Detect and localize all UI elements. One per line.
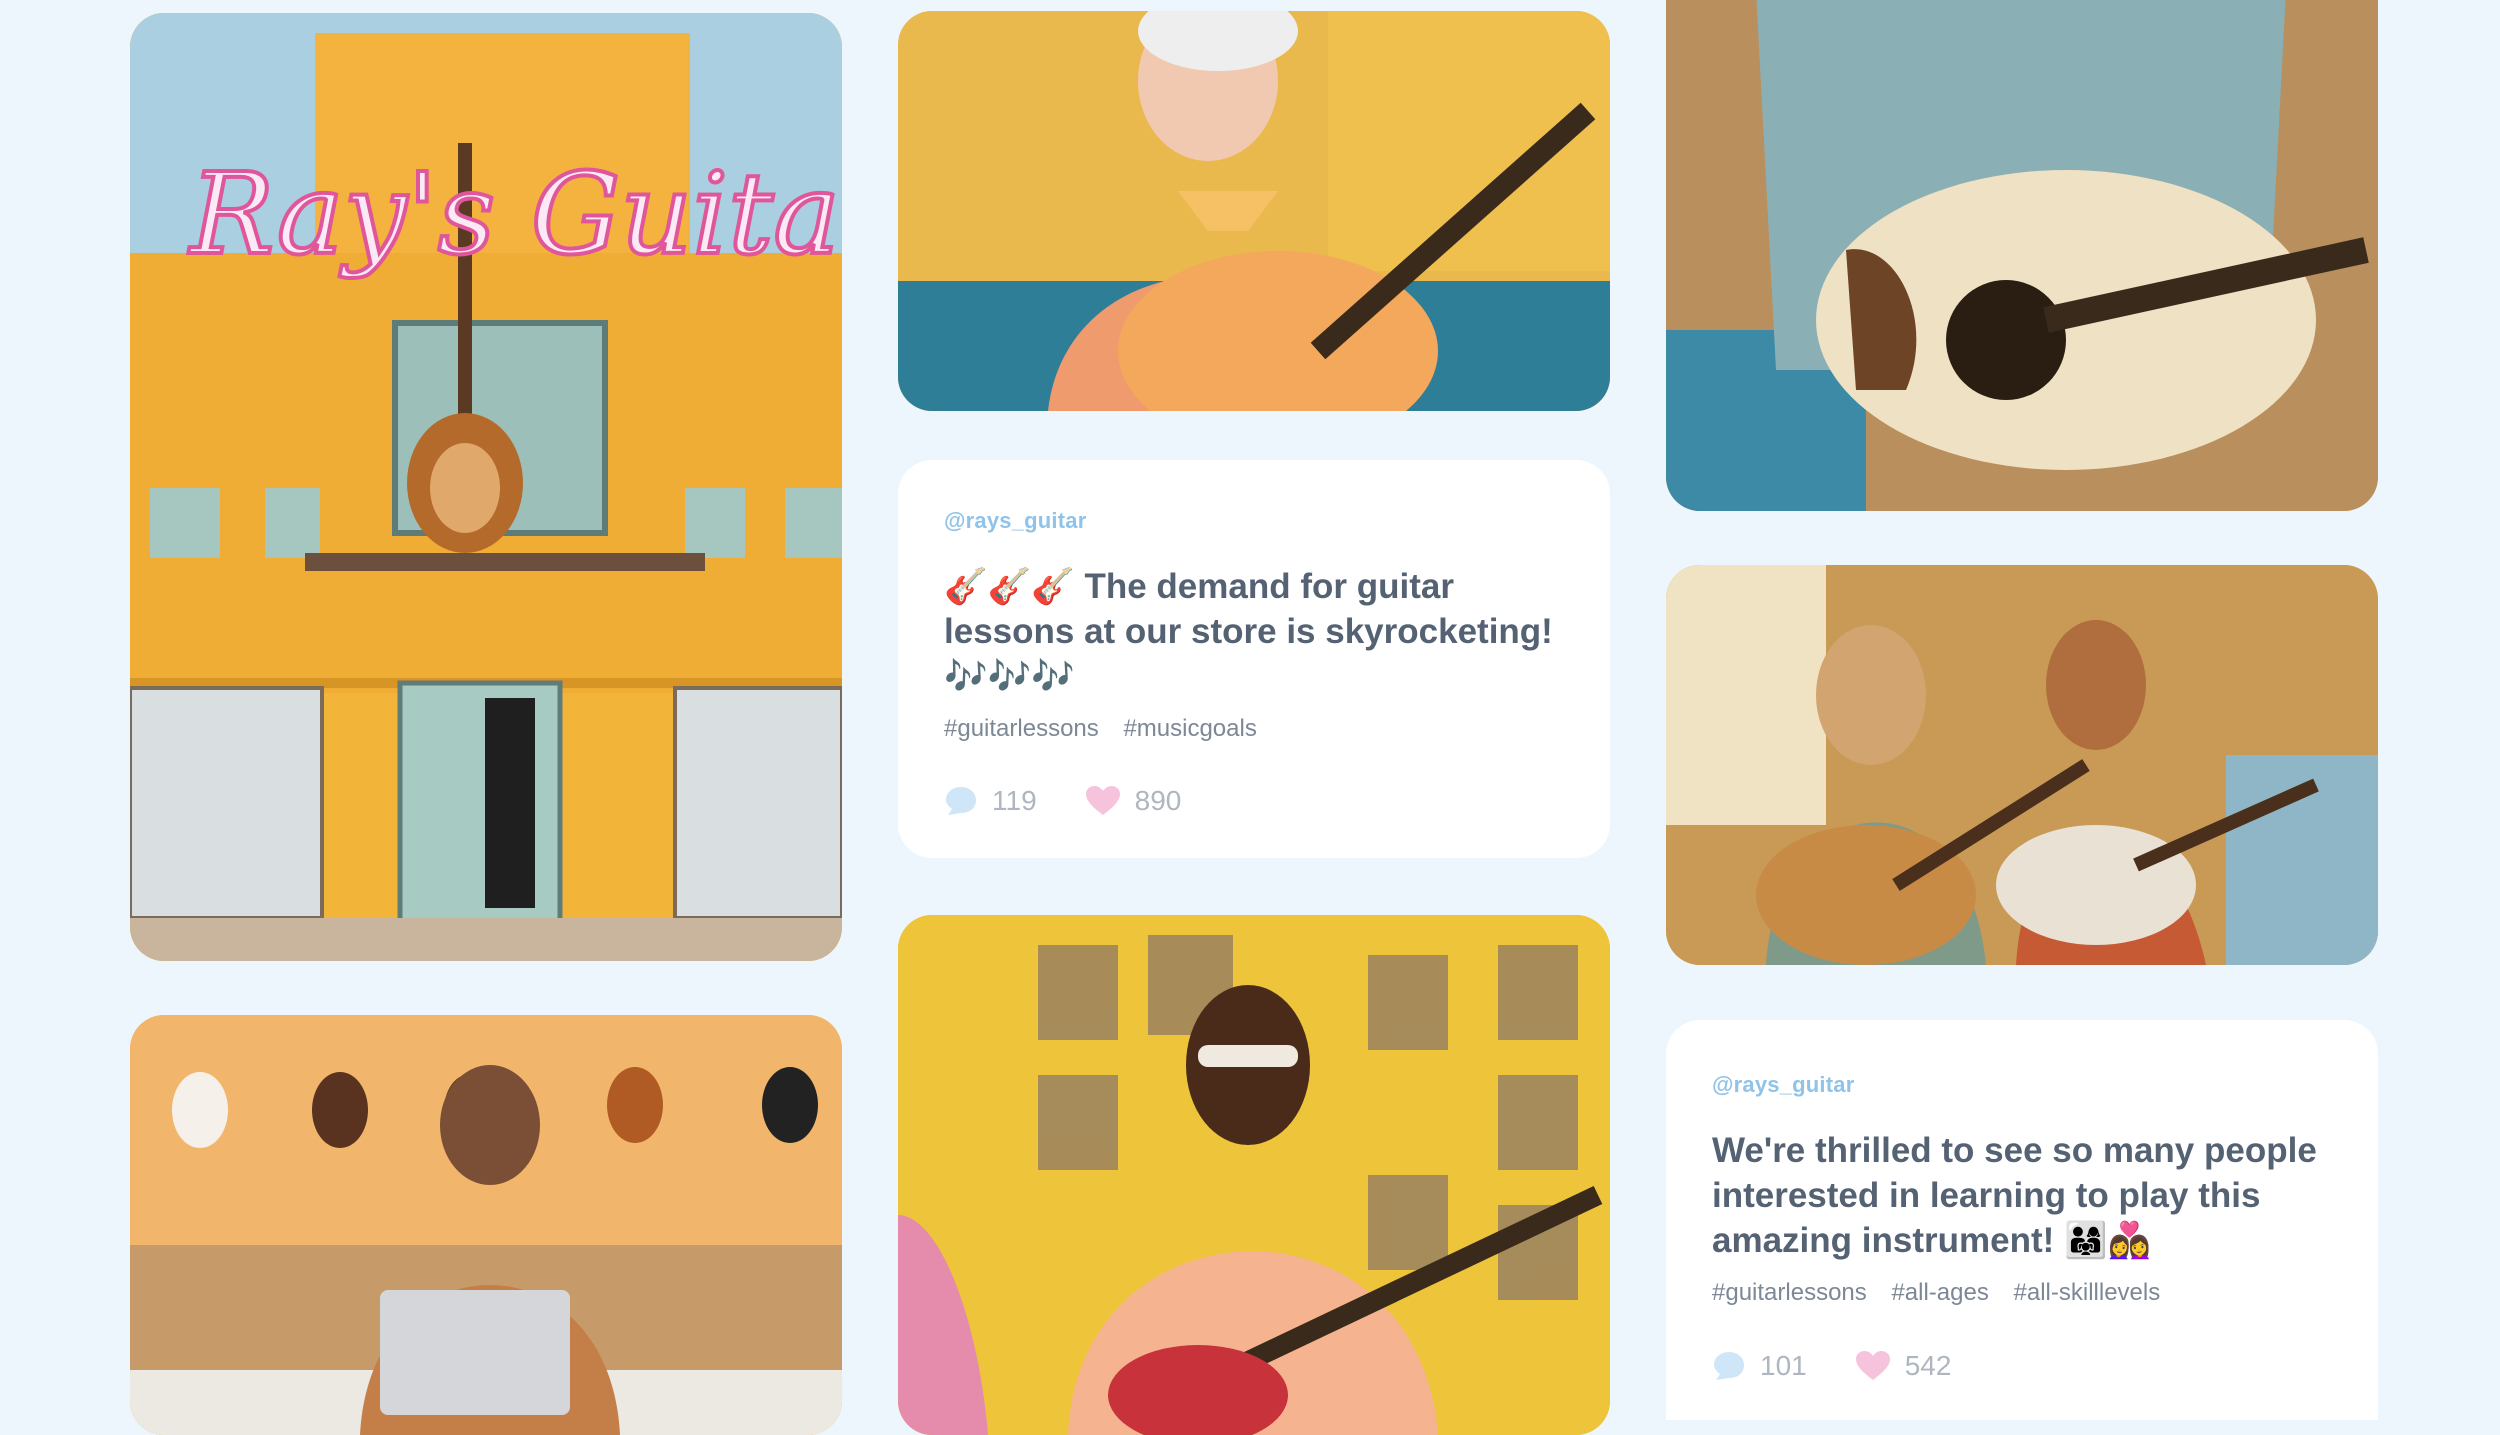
music-notes-emoji: 🎶🎶🎶: [944, 657, 1075, 696]
post-card[interactable]: @rays_guitar We're thrilled to see so ma…: [1666, 1020, 2378, 1420]
comment-icon: [1714, 1352, 1744, 1380]
neon-sign: Ray's Guitar: [188, 150, 842, 280]
kids-guitar-lesson-photo[interactable]: [1666, 565, 2378, 965]
family-emoji: 👨‍👩‍👧👩‍❤️‍👩: [2064, 1221, 2152, 1260]
like-count[interactable]: 542: [1855, 1350, 1951, 1382]
hashtag[interactable]: #all-skilllevels: [2014, 1279, 2161, 1306]
man-acoustic-guitar-photo[interactable]: [1666, 0, 2378, 511]
elderly-woman-guitar-photo[interactable]: [898, 11, 1610, 411]
post-handle[interactable]: @rays_guitar: [944, 508, 1564, 534]
post-stats: 119 890: [944, 785, 1229, 817]
hashtag-list: #guitarlessons #musicgoals: [944, 715, 1564, 743]
post-body: We're thrilled to see so many people int…: [1712, 1131, 2317, 1260]
hashtag[interactable]: #all-ages: [1891, 1279, 1988, 1306]
heart-icon: [1855, 1351, 1890, 1380]
hashtag[interactable]: #musicgoals: [1123, 715, 1256, 742]
hashtag[interactable]: #guitarlessons: [944, 715, 1099, 742]
hashtag[interactable]: #guitarlessons: [1712, 1279, 1867, 1306]
man-at-laptop-photo[interactable]: [130, 1015, 842, 1435]
post-stats: 101 542: [1712, 1350, 1999, 1382]
storefront-photo[interactable]: Ray's Guitar: [130, 13, 842, 961]
hashtag-list: #guitarlessons #all-ages #all-skilllevel…: [1712, 1279, 2332, 1307]
post-handle[interactable]: @rays_guitar: [1712, 1072, 2332, 1098]
post-card[interactable]: @rays_guitar 🎸🎸🎸 The demand for guitar l…: [898, 460, 1610, 858]
comment-icon: [946, 787, 976, 815]
post-text: We're thrilled to see so many people int…: [1712, 1128, 2332, 1263]
comment-count[interactable]: 119: [944, 785, 1037, 817]
comment-count[interactable]: 101: [1712, 1350, 1807, 1382]
post-text: 🎸🎸🎸 The demand for guitar lessons at our…: [944, 564, 1564, 699]
guitar-emoji: 🎸🎸🎸: [944, 567, 1075, 606]
heart-icon: [1085, 786, 1120, 815]
like-count[interactable]: 890: [1085, 785, 1181, 817]
man-pink-suit-guitar-photo[interactable]: [898, 915, 1610, 1435]
